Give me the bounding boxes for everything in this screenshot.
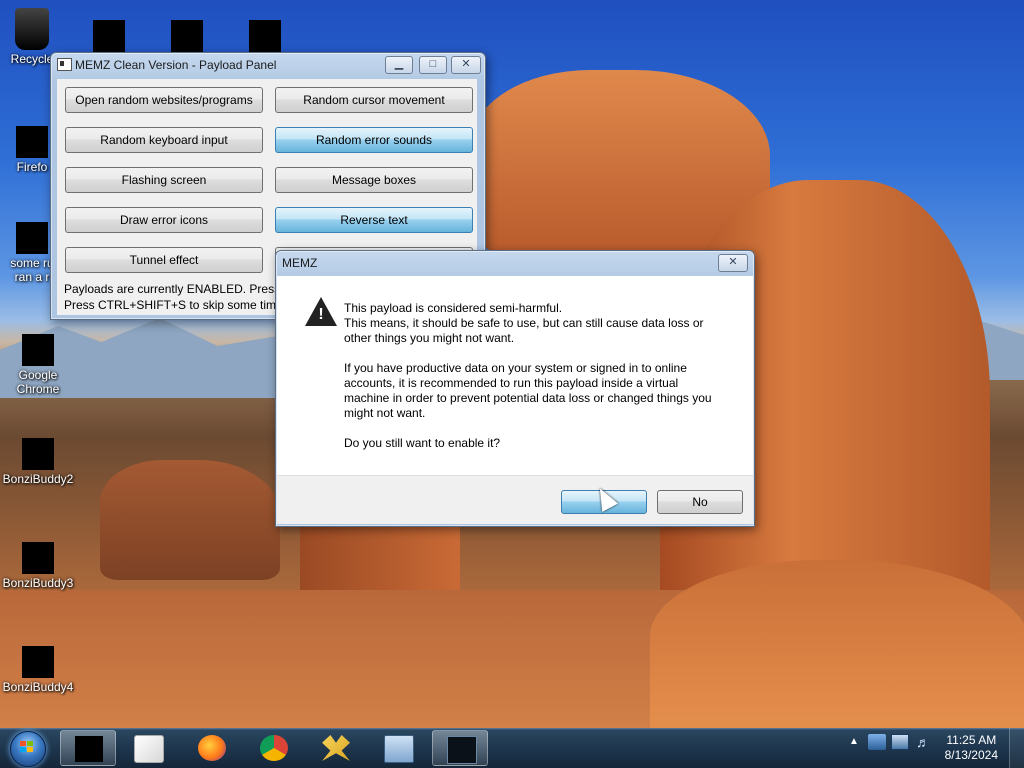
taskbar-app-1[interactable] xyxy=(60,730,116,766)
folder-network-icon xyxy=(322,735,350,761)
no-button[interactable]: No xyxy=(657,490,743,514)
status-line-skip: Press CTRL+SHIFT+S to skip some time (ma xyxy=(64,298,307,312)
desktop-icon-app-3[interactable] xyxy=(229,12,301,54)
folder-app-icon xyxy=(93,20,125,52)
dialog-message-line: This payload is considered semi-harmful. xyxy=(344,301,563,315)
taskbar-network-folder[interactable] xyxy=(308,730,364,766)
taskbar-chrome[interactable] xyxy=(246,730,302,766)
payload-button-error-icons[interactable]: Draw error icons xyxy=(65,207,263,233)
chrome-icon xyxy=(22,334,54,366)
app-icon xyxy=(75,736,103,762)
desktop-icon-label: BonziBuddy4 xyxy=(2,680,74,694)
taskbar-firefox[interactable] xyxy=(184,730,240,766)
action-center-icon[interactable] xyxy=(868,734,886,750)
clock-time: 11:25 AM xyxy=(946,733,997,747)
dialog-titlebar[interactable]: MEMZ ✕ xyxy=(276,251,754,275)
warning-exclamation: ! xyxy=(318,306,324,323)
desktop-icon-bonzibuddy4[interactable]: BonziBuddy4 xyxy=(2,646,74,694)
firefox-icon xyxy=(198,735,226,761)
payload-button-keyboard-input[interactable]: Random keyboard input xyxy=(65,127,263,153)
status-line-enabled: Payloads are currently ENABLED. Press SH… xyxy=(64,282,304,296)
desktop-icon-google-chrome[interactable]: Google Chrome xyxy=(2,334,74,396)
program-icon xyxy=(16,222,48,254)
window-app-icon xyxy=(57,58,72,71)
payload-button-open-websites[interactable]: Open random websites/programs xyxy=(65,87,263,113)
clock-date: 8/13/2024 xyxy=(944,748,998,762)
close-button[interactable]: ✕ xyxy=(451,56,481,74)
media-player-icon xyxy=(134,735,164,763)
taskbar-monitor-app[interactable] xyxy=(432,730,488,766)
dialog-message-line: machine in order to prevent potential da… xyxy=(344,391,712,405)
desktop-icon-app-1[interactable] xyxy=(73,12,145,54)
desktop-icon-app-2[interactable] xyxy=(151,12,223,54)
start-button[interactable] xyxy=(4,729,50,767)
dialog-message-line: If you have productive data on your syst… xyxy=(344,361,687,375)
chrome-icon xyxy=(260,735,288,761)
firefox-app-icon xyxy=(171,20,203,52)
dialog-message-line: other things you might not want. xyxy=(344,331,515,345)
minimize-button[interactable]: ▁ xyxy=(385,56,413,74)
payload-panel-titlebar[interactable]: MEMZ Clean Version - Payload Panel ▁ □ ✕ xyxy=(51,53,485,77)
taskbar: ▲ ♬ 11:25 AM 8/13/2024 xyxy=(0,728,1024,768)
desktop-icon-bonzibuddy2[interactable]: BonziBuddy2 xyxy=(2,438,74,486)
dialog-message-line: might not want. xyxy=(344,406,426,420)
recycle-bin-icon xyxy=(15,8,49,50)
taskbar-clock[interactable]: 11:25 AM 8/13/2024 xyxy=(945,733,998,763)
dialog-close-button[interactable]: ✕ xyxy=(718,254,748,272)
show-desktop-button[interactable] xyxy=(1009,728,1024,768)
rock-arch-foot xyxy=(650,560,1024,728)
window-title: MEMZ Clean Version - Payload Panel xyxy=(75,58,277,72)
show-hidden-icons-button[interactable]: ▲ xyxy=(845,734,863,750)
windows-flag-icon xyxy=(20,741,34,753)
payload-button-tunnel-effect[interactable]: Tunnel effect xyxy=(65,247,263,273)
memz-dialog[interactable]: MEMZ ✕ ! This payload is considered semi… xyxy=(275,250,755,527)
dialog-message-line: This means, it should be safe to use, bu… xyxy=(344,316,704,330)
dialog-title: MEMZ xyxy=(282,256,318,270)
desktop-icon-label: Google Chrome xyxy=(16,368,60,396)
network-icon[interactable] xyxy=(891,734,909,750)
bonzibuddy-icon xyxy=(22,542,54,574)
bonzibuddy-icon xyxy=(22,438,54,470)
payload-button-error-sounds[interactable]: Random error sounds xyxy=(275,127,473,153)
taskbar-media-player[interactable] xyxy=(120,730,176,766)
taskbar-keyboard-app[interactable] xyxy=(370,730,426,766)
desktop-icon-bonzibuddy3[interactable]: BonziBuddy3 xyxy=(2,542,74,590)
payload-button-flashing-screen[interactable]: Flashing screen xyxy=(65,167,263,193)
desktop-icon-label: BonziBuddy3 xyxy=(2,576,74,590)
payload-button-message-boxes[interactable]: Message boxes xyxy=(275,167,473,193)
payload-button-reverse-text[interactable]: Reverse text xyxy=(275,207,473,233)
maximize-button[interactable]: □ xyxy=(419,56,447,74)
rock-left-ledge xyxy=(100,460,280,580)
desktop-icon-label: BonziBuddy2 xyxy=(2,472,74,486)
payload-button-cursor-movement[interactable]: Random cursor movement xyxy=(275,87,473,113)
keyboard-app-icon xyxy=(384,735,414,763)
dialog-message-line: accounts, it is recommended to run this … xyxy=(344,376,679,390)
volume-icon[interactable]: ♬ xyxy=(914,734,932,750)
firefox-icon xyxy=(16,126,48,158)
dialog-body: ! This payload is considered semi-harmfu… xyxy=(277,276,753,475)
bonzibuddy-icon xyxy=(22,646,54,678)
dialog-question: Do you still want to enable it? xyxy=(344,436,501,450)
dialog-button-area: No xyxy=(277,475,753,524)
browser-app-icon xyxy=(249,20,281,52)
monitor-app-icon xyxy=(447,736,477,764)
